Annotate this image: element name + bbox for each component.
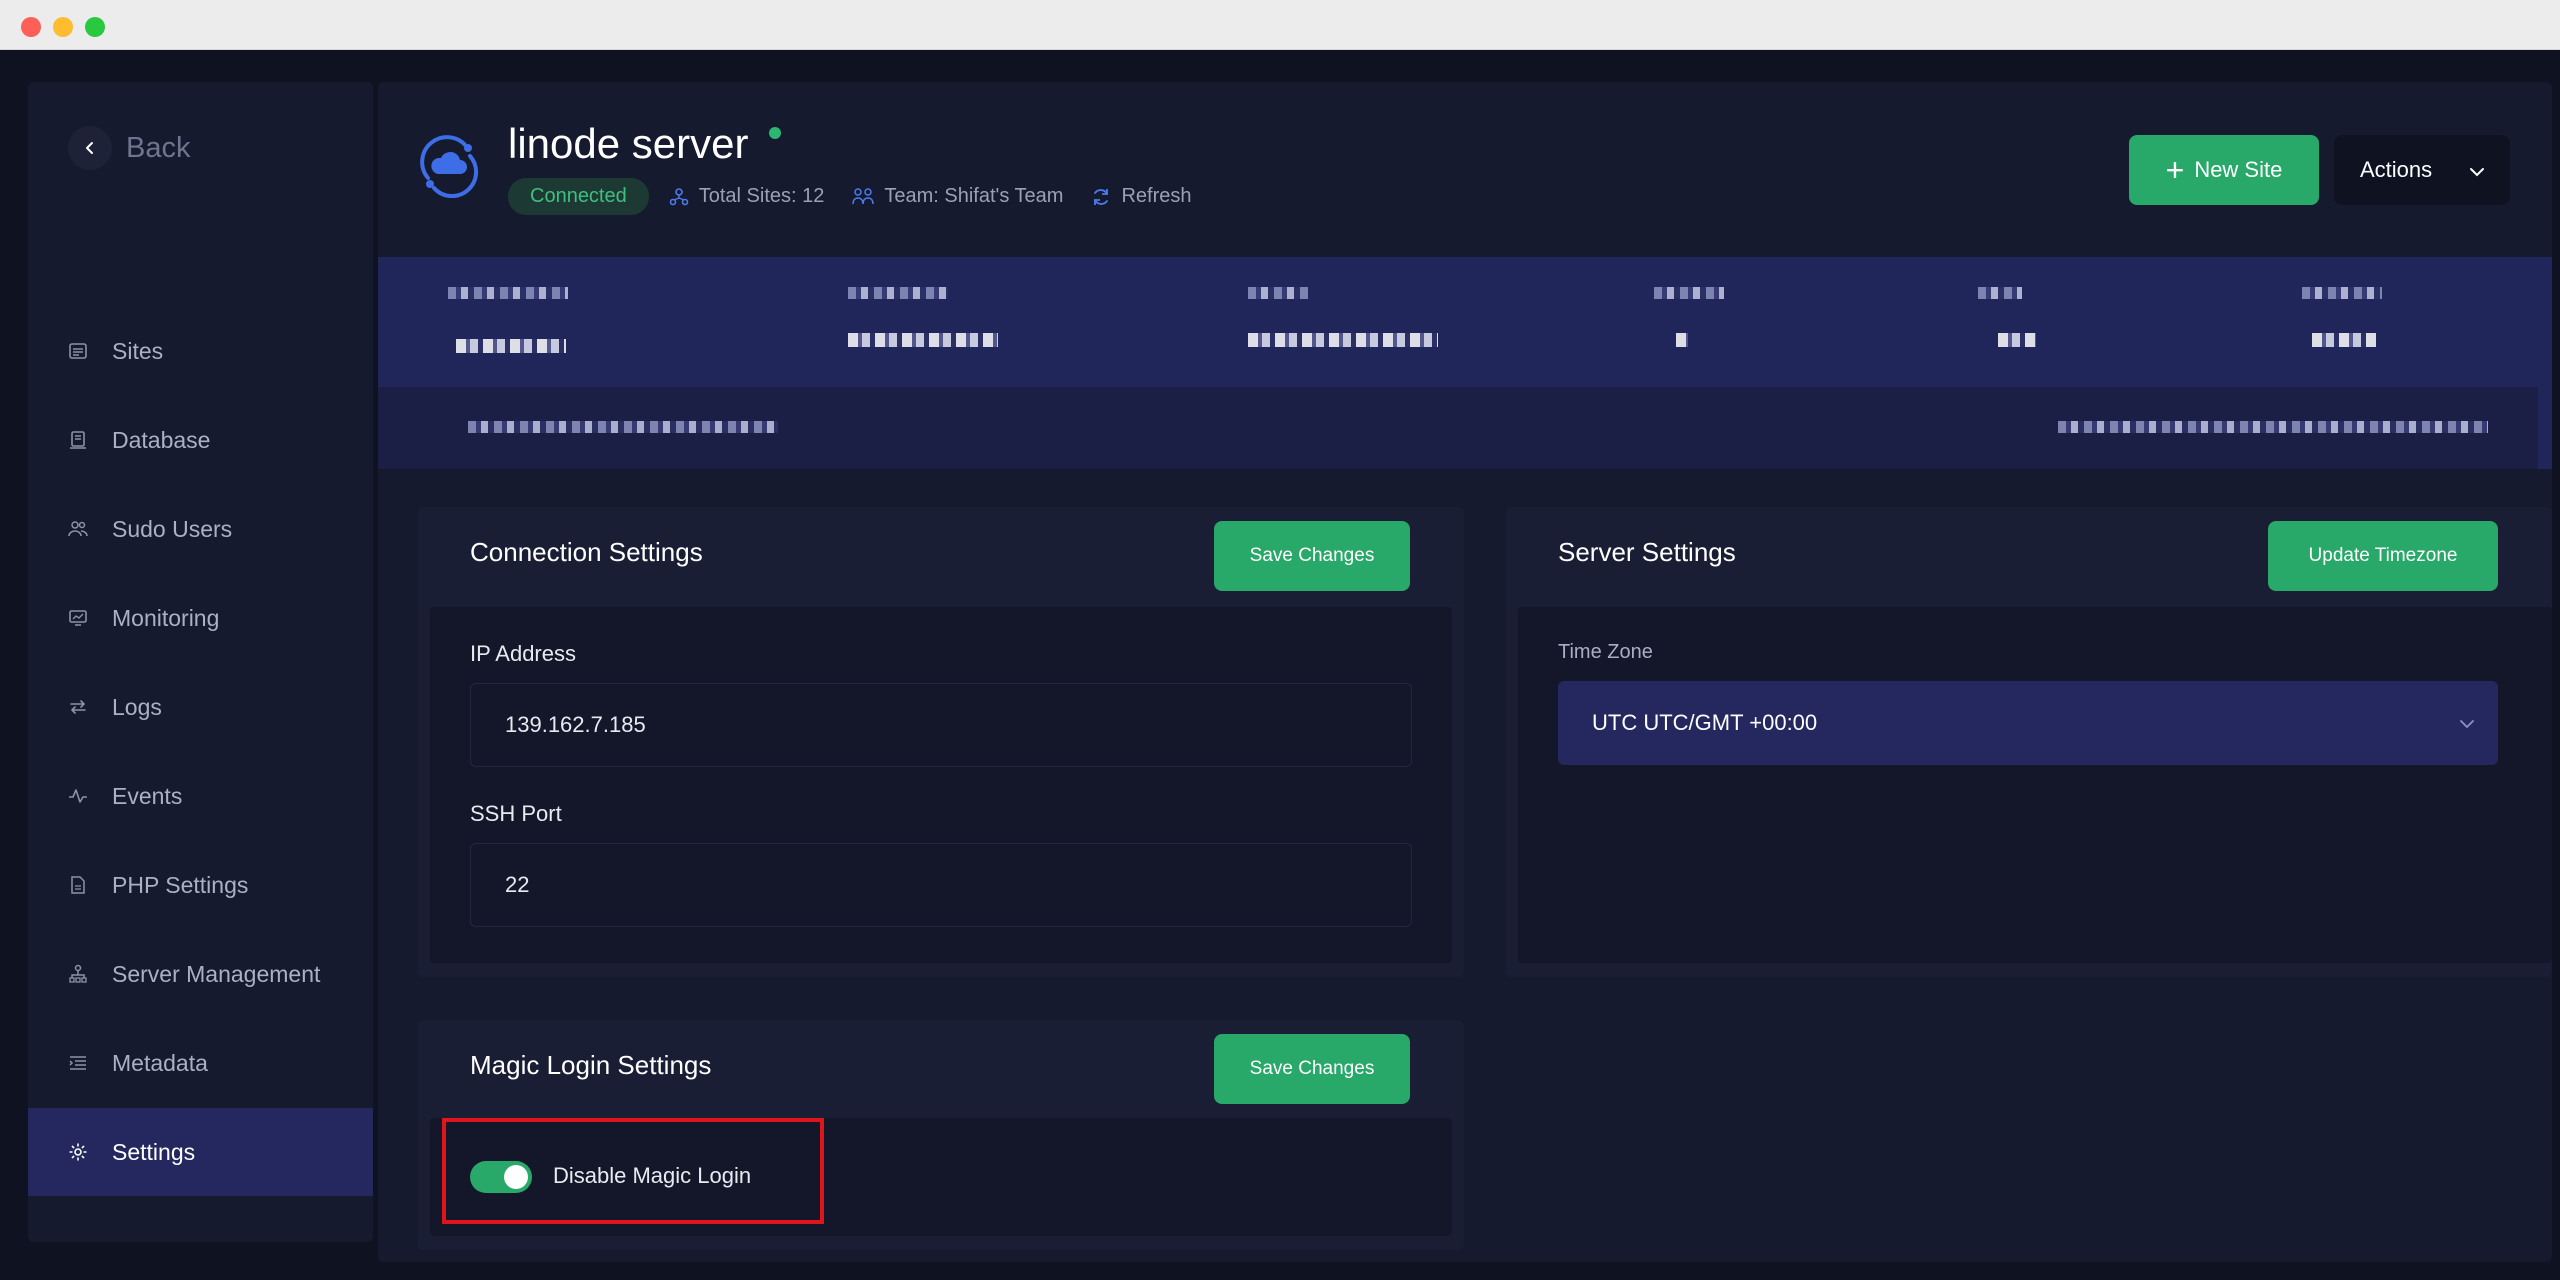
connection-settings-card: Connection Settings Save Changes IP Addr…: [418, 507, 1464, 977]
ssh-port-input[interactable]: 22: [470, 843, 1412, 927]
gear-icon: [66, 1140, 90, 1164]
server-settings-title: Server Settings: [1558, 537, 1736, 567]
total-sites-label: Total Sites: 12: [698, 185, 825, 207]
highlight-box: [442, 1118, 824, 1224]
sidebar-item-label: Settings: [112, 1138, 196, 1165]
redacted-text: [448, 287, 568, 299]
sidebar-item-label: Logs: [112, 693, 162, 720]
timezone-select[interactable]: UTC UTC/GMT +00:00: [1558, 681, 2498, 765]
update-timezone-button[interactable]: Update Timezone: [2268, 521, 2498, 591]
server-tree-icon: [66, 962, 90, 986]
timezone-value: UTC UTC/GMT +00:00: [1592, 710, 1818, 735]
actions-label: Actions: [2360, 157, 2433, 182]
actions-dropdown[interactable]: Actions: [2334, 135, 2510, 205]
sidebar-item-label: Sites: [112, 337, 164, 364]
php-icon: [66, 873, 90, 897]
server-settings-body: Time Zone UTC UTC/GMT +00:00: [1518, 607, 2552, 963]
server-title: linode server: [508, 120, 749, 167]
new-site-button[interactable]: + New Site: [2129, 135, 2319, 205]
metadata-icon: [66, 1051, 90, 1075]
database-icon: [66, 428, 90, 452]
sidebar-item-sites[interactable]: Sites: [28, 307, 373, 395]
sidebar-item-metadata[interactable]: Metadata: [28, 1019, 373, 1107]
ip-address-input[interactable]: 139.162.7.185: [470, 683, 1412, 767]
cloud-server-icon: [416, 134, 480, 199]
connection-settings-body: IP Address 139.162.7.185 SSH Port 22: [430, 607, 1452, 963]
timezone-label: Time Zone: [1558, 641, 1653, 663]
sidebar-item-label: Events: [112, 782, 183, 809]
redacted-text: [1654, 287, 1724, 299]
redacted-text: [468, 421, 778, 433]
minimize-window-button[interactable]: [53, 17, 73, 37]
sidebar-item-events[interactable]: Events: [28, 752, 373, 840]
chevron-left-icon: [68, 126, 112, 170]
redacted-text: [456, 339, 566, 353]
refresh-label: Refresh: [1121, 185, 1192, 207]
redacted-text: [848, 287, 948, 299]
chevron-down-icon: [2468, 161, 2486, 187]
sidebar-item-label: Database: [112, 426, 211, 453]
connection-settings-title: Connection Settings: [470, 537, 703, 567]
redacted-text: [1676, 333, 1688, 347]
users-icon: [66, 517, 90, 541]
team-label: Team: Shifat's Team: [884, 185, 1064, 207]
sites-tree-icon: [669, 187, 689, 207]
ip-address-label: IP Address: [470, 641, 576, 666]
sidebar-item-label: Monitoring: [112, 604, 220, 631]
ssh-port-label: SSH Port: [470, 801, 562, 826]
total-sites: Total Sites: 12: [669, 185, 825, 208]
team-icon: [852, 187, 875, 207]
sidebar-item-settings[interactable]: Settings: [28, 1108, 373, 1196]
server-info-row: [378, 387, 2538, 469]
redacted-text: [2058, 421, 2488, 433]
main-panel: linode server Connected Total Sites: 12 …: [378, 82, 2552, 1262]
server-settings-card: Server Settings Update Timezone Time Zon…: [1506, 507, 2552, 977]
redacted-text: [1998, 333, 2036, 347]
sidebar-item-logs[interactable]: Logs: [28, 663, 373, 751]
maximize-window-button[interactable]: [85, 17, 105, 37]
monitor-icon: [66, 606, 90, 630]
team: Team: Shifat's Team: [852, 185, 1063, 208]
sidebar-item-label: Server Management: [112, 960, 321, 987]
back-label: Back: [126, 131, 191, 164]
status-dot: [769, 127, 781, 139]
sidebar-item-database[interactable]: Database: [28, 396, 373, 484]
redacted-text: [1248, 287, 1308, 299]
new-site-label: New Site: [2194, 157, 2283, 182]
back-link[interactable]: Back: [68, 126, 190, 170]
chevron-down-icon: [2458, 713, 2476, 739]
sidebar-item-php-settings[interactable]: PHP Settings: [28, 841, 373, 929]
server-meta-row: Connected Total Sites: 12 Team: Shifat's…: [508, 178, 1220, 215]
sidebar-item-sudo-users[interactable]: Sudo Users: [28, 485, 373, 573]
window-titlebar: [0, 0, 2560, 50]
app: Back Sites Database Sudo Users Monitorin…: [0, 50, 2560, 1280]
sidebar-item-monitoring[interactable]: Monitoring: [28, 574, 373, 662]
sites-icon: [66, 339, 90, 363]
connection-status-badge: Connected: [508, 178, 649, 215]
refresh-link[interactable]: Refresh: [1091, 185, 1192, 208]
redacted-text: [2302, 287, 2382, 299]
close-window-button[interactable]: [21, 17, 41, 37]
plus-icon: +: [2165, 152, 2185, 188]
sidebar-item-label: PHP Settings: [112, 871, 249, 898]
refresh-icon: [1091, 187, 1111, 207]
logs-icon: [66, 695, 90, 719]
save-connection-button[interactable]: Save Changes: [1214, 521, 1410, 591]
sidebar: Back Sites Database Sudo Users Monitorin…: [28, 82, 373, 1242]
sidebar-item-label: Sudo Users: [112, 515, 233, 542]
magic-login-title: Magic Login Settings: [470, 1050, 712, 1080]
redacted-text: [848, 333, 998, 347]
redacted-text: [2312, 333, 2376, 347]
activity-icon: [66, 784, 90, 808]
redacted-text: [1978, 287, 2022, 299]
server-info-band: [378, 257, 2552, 469]
redacted-text: [1248, 333, 1438, 347]
sidebar-item-server-management[interactable]: Server Management: [28, 930, 373, 1018]
save-magic-login-button[interactable]: Save Changes: [1214, 1034, 1410, 1104]
sidebar-item-label: Metadata: [112, 1049, 208, 1076]
